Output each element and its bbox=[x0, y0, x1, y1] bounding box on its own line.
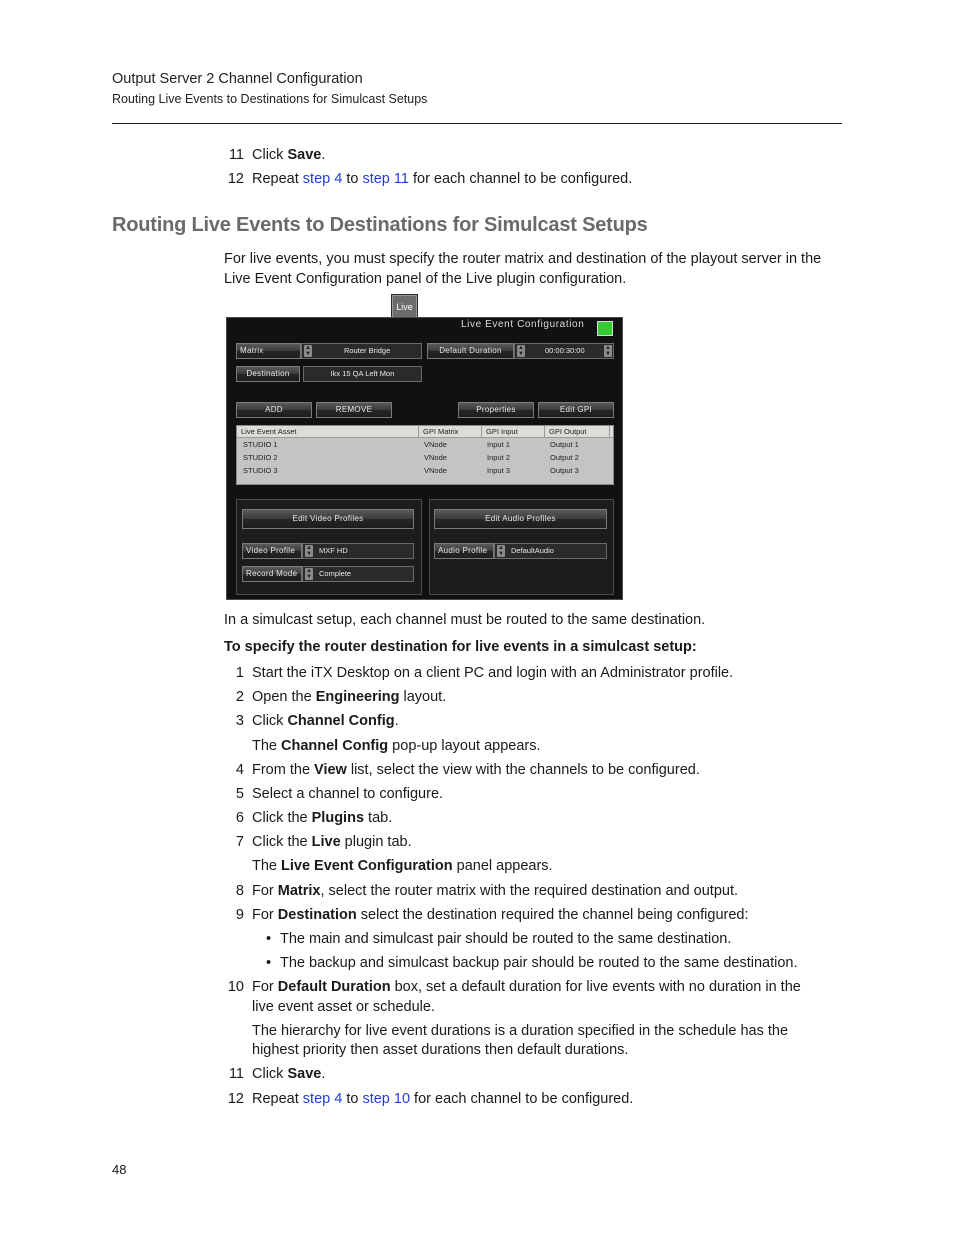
link-step-10[interactable]: step 10 bbox=[362, 1091, 410, 1107]
table-row[interactable]: STUDIO 3 VNode Input 3 Output 3 bbox=[237, 464, 613, 477]
step-text: Click Save. bbox=[252, 1066, 326, 1082]
video-profiles-group: Edit Video Profiles Video Profile ▲ ▼ MXF… bbox=[236, 499, 422, 595]
remove-button[interactable]: REMOVE bbox=[316, 402, 392, 418]
table-row[interactable]: STUDIO 2 VNode Input 2 Output 2 bbox=[237, 451, 613, 464]
step-text: Click the Plugins tab. bbox=[252, 810, 393, 826]
bullet-icon: • bbox=[266, 955, 272, 971]
properties-button[interactable]: Properties bbox=[458, 402, 534, 418]
step-number: 12 bbox=[227, 171, 244, 187]
table-row[interactable]: STUDIO 1 VNode Input 1 Output 1 bbox=[237, 438, 613, 451]
step-text: Click Channel Config. bbox=[252, 713, 399, 729]
step-number: 10 bbox=[227, 979, 244, 995]
record-mode-select[interactable]: ▲ ▼ Complete bbox=[302, 566, 414, 582]
step-text: Open the Engineering layout. bbox=[252, 689, 447, 705]
step-text: Click Save. bbox=[252, 147, 326, 163]
header-divider bbox=[112, 123, 842, 124]
spinner-arrows-icon[interactable]: ▲ ▼ bbox=[517, 345, 525, 357]
step-text: The Channel Config pop-up layout appears… bbox=[252, 738, 541, 754]
step-text: For Matrix, select the router matrix wit… bbox=[252, 883, 739, 899]
step-text: For Destination select the destination r… bbox=[252, 907, 749, 923]
video-profile-label: Video Profile bbox=[242, 543, 302, 559]
running-header-section: Routing Live Events to Destinations for … bbox=[112, 92, 428, 106]
step-number: 4 bbox=[235, 762, 244, 778]
step-number: 5 bbox=[235, 786, 244, 802]
video-profile-select[interactable]: ▲ ▼ MXF HD bbox=[302, 543, 414, 559]
column-header-gpi-input[interactable]: GPI Input bbox=[482, 426, 545, 437]
table-header: Live Event Asset GPI Matrix GPI Input GP… bbox=[237, 426, 613, 438]
step-number: 11 bbox=[228, 1066, 244, 1082]
step-text: Repeat step 4 to step 11 for each channe… bbox=[252, 171, 633, 187]
step-number: 7 bbox=[235, 834, 244, 850]
spinner-arrows-icon[interactable]: ▲ ▼ bbox=[305, 545, 313, 557]
step-text: From the View list, select the view with… bbox=[252, 762, 700, 778]
audio-profiles-group: Edit Audio Profiles Audio Profile ▲ ▼ Def… bbox=[429, 499, 614, 595]
status-indicator bbox=[597, 321, 613, 336]
link-step-11[interactable]: step 11 bbox=[362, 171, 409, 187]
column-header-asset[interactable]: Live Event Asset bbox=[237, 426, 419, 437]
edit-audio-profiles-button[interactable]: Edit Audio Profiles bbox=[434, 509, 607, 529]
running-header-chapter: Output Server 2 Channel Configuration bbox=[112, 71, 363, 87]
step-number: 9 bbox=[235, 907, 244, 923]
default-duration-label: Default Duration bbox=[427, 343, 514, 359]
matrix-value: Router Bridge bbox=[344, 346, 391, 355]
spinner-arrows-icon[interactable]: ▲ ▼ bbox=[497, 545, 505, 557]
procedure-title: To specify the router destination for li… bbox=[224, 639, 697, 655]
panel-title: Live Event Configuration bbox=[461, 319, 585, 330]
step-number: 8 bbox=[235, 883, 244, 899]
default-duration-value: 00:00:30:00 bbox=[545, 346, 585, 355]
step-text: The Live Event Configuration panel appea… bbox=[252, 858, 553, 874]
page-number: 48 bbox=[112, 1162, 127, 1177]
column-header-gpi-matrix[interactable]: GPI Matrix bbox=[419, 426, 482, 437]
spinner-arrows-icon[interactable]: ▲ ▼ bbox=[305, 568, 313, 580]
step-number: 3 bbox=[235, 713, 244, 729]
add-button[interactable]: ADD bbox=[236, 402, 312, 418]
section-heading: Routing Live Events to Destinations for … bbox=[112, 214, 648, 236]
audio-profile-select[interactable]: ▲ ▼ DefaultAudio bbox=[494, 543, 607, 559]
record-mode-value: Complete bbox=[319, 569, 352, 578]
audio-profile-value: DefaultAudio bbox=[511, 546, 554, 555]
step-number: 6 bbox=[235, 810, 244, 826]
live-plugin-tab[interactable]: Live bbox=[391, 294, 418, 318]
step-number: 12 bbox=[227, 1091, 244, 1107]
destination-button[interactable]: Destination bbox=[236, 366, 300, 382]
link-step-4[interactable]: step 4 bbox=[303, 1091, 343, 1107]
step-number: 2 bbox=[235, 689, 244, 705]
step-number: 1 bbox=[235, 665, 244, 681]
simulcast-note: In a simulcast setup, each channel must … bbox=[224, 612, 706, 628]
live-event-configuration-panel: Live Event Configuration Matrix ▲ ▼ Route… bbox=[226, 317, 623, 600]
record-mode-label: Record Mode bbox=[242, 566, 302, 582]
link-step-4[interactable]: step 4 bbox=[303, 171, 343, 187]
intro-paragraph: For live events, you must specify the ro… bbox=[224, 251, 822, 287]
step-number: 11 bbox=[228, 147, 244, 163]
step-text: Click the Live plugin tab. bbox=[252, 834, 412, 850]
edit-video-profiles-button[interactable]: Edit Video Profiles bbox=[242, 509, 414, 529]
spinner-arrows-icon[interactable]: ▲ ▼ bbox=[304, 345, 312, 357]
destination-field[interactable]: Ikx 15 QA Left Mon bbox=[303, 366, 422, 382]
column-header-gpi-output[interactable]: GPI Output bbox=[545, 426, 610, 437]
step-text: Repeat step 4 to step 10 for each channe… bbox=[252, 1091, 634, 1107]
default-duration-input[interactable]: ▲ ▼ 00:00:30:00 ▲ ▼ bbox=[514, 343, 614, 359]
edit-gpi-button[interactable]: Edit GPI bbox=[538, 402, 614, 418]
matrix-label: Matrix bbox=[236, 343, 301, 359]
matrix-select[interactable]: ▲ ▼ Router Bridge bbox=[301, 343, 422, 359]
step-text: For Default Duration box, set a default … bbox=[252, 979, 801, 995]
audio-profile-label: Audio Profile bbox=[434, 543, 494, 559]
bullet-icon: • bbox=[266, 931, 272, 947]
live-event-asset-table[interactable]: Live Event Asset GPI Matrix GPI Input GP… bbox=[236, 425, 614, 485]
step-text: Select a channel to configure. bbox=[252, 786, 444, 802]
step-text: Start the iTX Desktop on a client PC and… bbox=[252, 665, 734, 681]
spinner-arrows-icon[interactable]: ▲ ▼ bbox=[604, 345, 612, 357]
video-profile-value: MXF HD bbox=[319, 546, 348, 555]
